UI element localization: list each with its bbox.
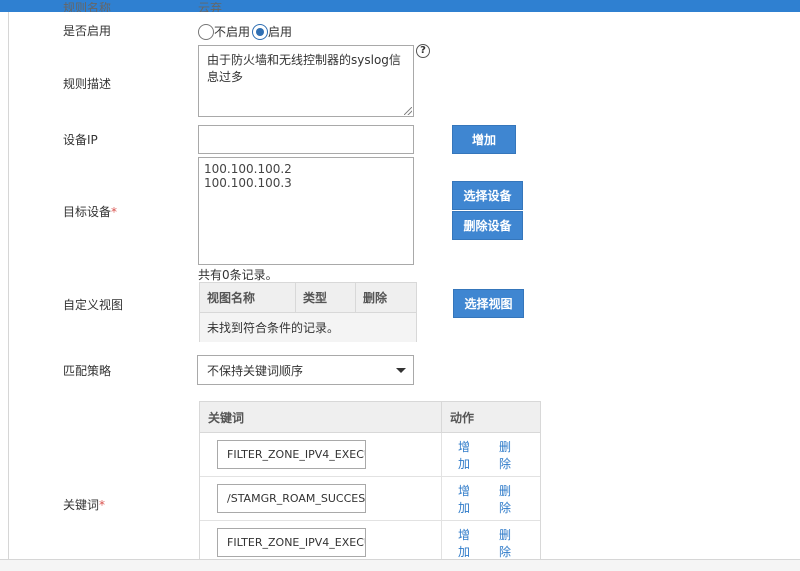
table-row: FILTER_ZONE_IPV4_EXECU 增加 删除 [200,433,540,477]
view-table-header: 视图名称 类型 删除 [200,283,416,313]
bottom-strip [0,560,800,571]
select-view-button[interactable]: 选择视图 [453,289,524,318]
delete-device-button[interactable]: 删除设备 [452,211,523,240]
add-keyword-link[interactable]: 增加 [458,438,481,472]
enabled-label: 是否启用 [63,24,112,38]
match-strategy-value: 不保持关键词顺序 [207,363,304,378]
description-label: 规则描述 [63,77,112,91]
required-mark: * [99,498,106,512]
radio-disable[interactable] [198,23,214,40]
keyword-input[interactable]: FILTER_ZONE_IPV4_EXECU [217,528,366,557]
left-divider [8,12,9,560]
rule-name-label: 规则名称 [63,2,112,12]
view-table: 视图名称 类型 删除 未找到符合条件的记录。 [199,282,417,342]
custom-view-label: 自定义视图 [63,298,124,312]
column-type: 类型 [296,283,356,312]
device-ip-input[interactable] [198,125,414,154]
add-keyword-link[interactable]: 增加 [458,482,481,516]
keyword-table-header: 关键词 动作 [200,402,540,433]
view-table-empty: 未找到符合条件的记录。 [200,313,416,342]
radio-enable[interactable] [252,23,269,40]
device-ip-label: 设备IP [63,133,98,147]
radio-disable-label: 不启用 [214,25,251,39]
radio-enable-label: 启用 [268,25,293,39]
enabled-radio-group: 不启用 启用 [198,23,294,40]
delete-keyword-link[interactable]: 删除 [499,438,522,472]
column-view-name: 视图名称 [200,283,296,312]
match-strategy-select[interactable]: 不保持关键词顺序 [197,355,414,385]
select-device-button[interactable]: 选择设备 [452,181,523,210]
keyword-input[interactable]: FILTER_ZONE_IPV4_EXECU [217,440,366,469]
chevron-down-icon [396,368,406,373]
resize-handle-icon[interactable] [404,107,412,115]
keywords-label-text: 关键词 [63,498,100,512]
record-count: 共有0条记录。 [198,268,278,282]
delete-keyword-link[interactable]: 删除 [499,526,522,560]
list-item[interactable]: 100.100.100.3 [204,176,408,190]
delete-keyword-link[interactable]: 删除 [499,482,522,516]
description-textarea[interactable]: 由于防火墙和无线控制器的syslog信息过多 [198,45,414,117]
add-ip-button[interactable]: 增加 [452,125,516,154]
table-row: FILTER_ZONE_IPV4_EXECU 增加 删除 [200,521,540,561]
description-text: 由于防火墙和无线控制器的syslog信息过多 [207,53,401,84]
table-row: /STAMGR_ROAM_SUCCESS 增加 删除 [200,477,540,521]
column-delete: 删除 [363,291,388,305]
list-item[interactable]: 100.100.100.2 [204,162,408,176]
rule-name-value: 云弃 [198,2,223,12]
column-keyword: 关键词 [200,402,442,432]
required-mark: * [111,205,118,219]
column-action: 动作 [450,410,475,425]
keywords-label: 关键词* [63,496,105,513]
keyword-table: 关键词 动作 FILTER_ZONE_IPV4_EXECU 增加 删除 /STA… [199,401,541,561]
keyword-input[interactable]: /STAMGR_ROAM_SUCCESS [217,484,366,513]
help-icon[interactable]: ? [416,44,430,58]
match-strategy-label: 匹配策略 [63,364,112,378]
target-device-label: 目标设备* [63,203,117,220]
target-device-list[interactable]: 100.100.100.2 100.100.100.3 [198,157,414,265]
add-keyword-link[interactable]: 增加 [458,526,481,560]
target-device-label-text: 目标设备 [63,205,112,219]
